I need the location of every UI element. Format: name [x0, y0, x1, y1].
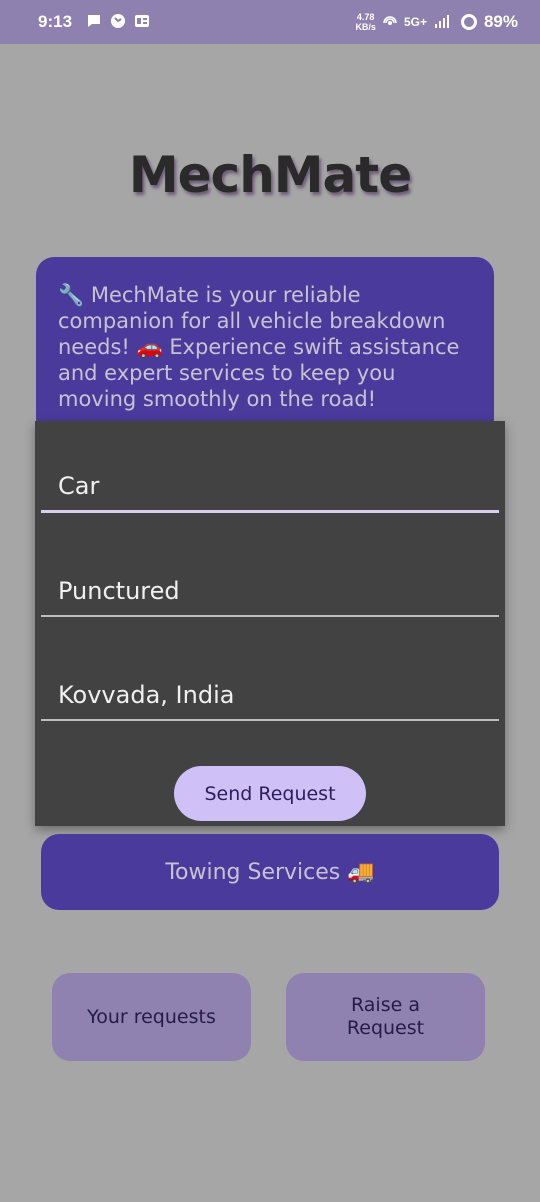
notification-icons [86, 13, 150, 32]
raise-request-button[interactable]: Raise a Request [286, 973, 485, 1061]
vehicle-value: Car [58, 472, 100, 500]
vehicle-field[interactable]: Car [41, 453, 499, 513]
issue-value: Punctured [58, 577, 180, 605]
issue-field[interactable]: Punctured [41, 557, 499, 617]
status-time: 9:13 [38, 12, 73, 31]
signal-icon [434, 14, 450, 31]
battery-level: 89% [483, 12, 518, 31]
network-speed: 4.78 KB/s [355, 12, 376, 32]
app-title: MechMate [128, 146, 412, 204]
chat-icon [86, 13, 102, 32]
towing-services-button[interactable]: Towing Services 🚚 [41, 834, 499, 910]
battery-icon [460, 14, 477, 30]
your-requests-button[interactable]: Your requests [52, 973, 251, 1061]
network-speed-unit: KB/s [355, 22, 376, 32]
status-right: 4.78 KB/s 5G+ 89% [355, 12, 518, 32]
phone-clock-icon [110, 13, 126, 32]
send-request-button[interactable]: Send Request [174, 766, 366, 821]
hotspot-icon [383, 14, 397, 31]
id-card-icon [134, 14, 150, 31]
network-speed-value: 4.78 [356, 12, 375, 22]
location-value: Kovvada, India [58, 681, 235, 709]
intro-text: 🔧 MechMate is your reliable companion fo… [58, 283, 460, 411]
status-bar: 9:13 4.78 KB/s 5G+ 89% [0, 0, 540, 44]
network-type: 5G+ [403, 15, 427, 29]
location-field[interactable]: Kovvada, India [41, 661, 499, 721]
intro-card: 🔧 MechMate is your reliable companion fo… [36, 257, 494, 437]
